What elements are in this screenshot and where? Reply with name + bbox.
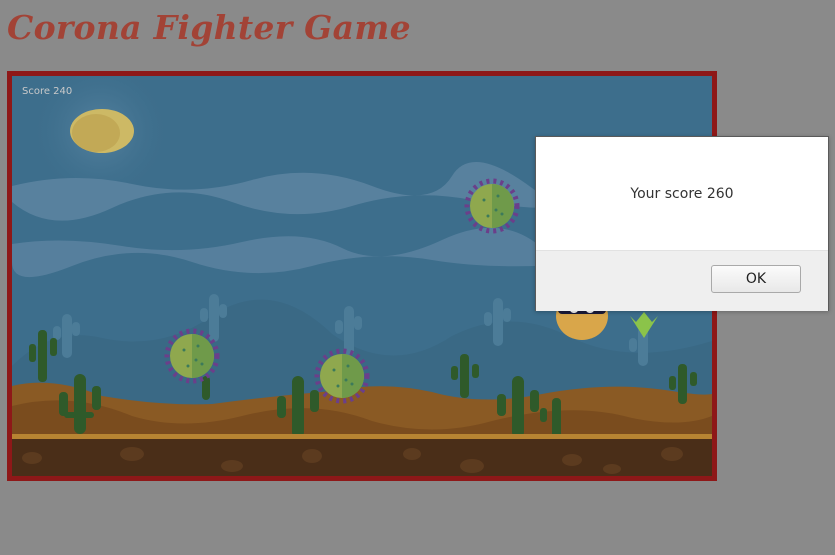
ok-button[interactable]: OK [711,265,801,293]
dialog-message: Your score 260 [630,185,734,202]
score-label: Score 240 [22,86,73,97]
ground-edge [12,434,712,439]
page-title: Corona Fighter Game [7,8,411,47]
alert-dialog: Your score 260 OK [535,136,829,311]
dialog-footer: OK [536,250,828,311]
sun-icon [70,109,134,153]
